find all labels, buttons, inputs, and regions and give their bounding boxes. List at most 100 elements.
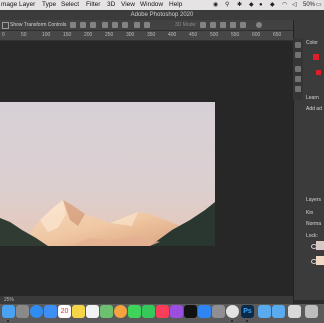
menu-type[interactable]: Type xyxy=(42,0,56,10)
3d-slide-icon[interactable] xyxy=(230,22,236,28)
launchpad-icon[interactable] xyxy=(16,305,29,318)
menu-view[interactable]: View xyxy=(121,0,135,10)
learn-add-text: Add ad xyxy=(306,106,322,112)
ruler-label: 0 xyxy=(2,32,5,38)
color-panel-tab[interactable]: Color xyxy=(306,40,318,46)
photos-icon[interactable] xyxy=(114,305,127,318)
color-panel-icon[interactable] xyxy=(295,42,301,48)
finder-icon[interactable] xyxy=(2,305,15,318)
align-center-icon[interactable] xyxy=(80,22,86,28)
show-transform-controls-checkbox[interactable] xyxy=(2,22,9,29)
macos-menu-bar: mage Layer Type Select Filter 3D View Wi… xyxy=(0,0,324,10)
character-panel-icon[interactable] xyxy=(295,76,301,82)
menu-select[interactable]: Select xyxy=(61,0,79,10)
trash-icon[interactable] xyxy=(305,305,318,318)
layer-thumbnail[interactable] xyxy=(316,256,324,265)
layers-kind-filter[interactable]: Kin xyxy=(306,210,313,216)
document-icon[interactable] xyxy=(288,305,301,318)
align-top-icon[interactable] xyxy=(102,22,108,28)
foreground-color-swatch[interactable] xyxy=(313,54,319,60)
maps-icon[interactable] xyxy=(100,305,113,318)
tv-icon[interactable] xyxy=(184,305,197,318)
3d-mode-label: 3D Mode: xyxy=(175,22,197,28)
lock-label: Lock: xyxy=(306,233,318,239)
paragraph-panel-icon[interactable] xyxy=(295,66,301,72)
document-status-bar: 25% xyxy=(0,296,293,304)
creative-cloud-icon[interactable]: ◉ xyxy=(213,0,218,10)
safari-icon[interactable] xyxy=(30,305,43,318)
running-indicator xyxy=(231,320,233,322)
learn-panel-tab[interactable]: Learn xyxy=(306,95,319,101)
downloads-icon[interactable] xyxy=(272,305,285,318)
volume-icon[interactable]: ◁ xyxy=(292,0,297,10)
running-indicator xyxy=(7,320,9,322)
facetime-icon[interactable] xyxy=(142,305,155,318)
blend-mode-select[interactable]: Norma xyxy=(306,221,321,227)
3d-roll-icon[interactable] xyxy=(210,22,216,28)
menu-extra-3-icon[interactable]: ◆ xyxy=(270,0,275,10)
battery-icon[interactable]: ▭ xyxy=(316,0,322,10)
mountain-photo[interactable] xyxy=(0,102,215,246)
align-bottom-icon[interactable] xyxy=(122,22,128,28)
3d-pan-icon[interactable] xyxy=(220,22,226,28)
messages-icon[interactable] xyxy=(128,305,141,318)
bluetooth-icon[interactable]: ✱ xyxy=(237,0,242,10)
align-left-icon[interactable] xyxy=(70,22,76,28)
wifi-icon[interactable]: ◠ xyxy=(282,0,287,10)
ruler-label: 200 xyxy=(84,32,93,38)
window-title: Adobe Photoshop 2020 xyxy=(130,12,194,18)
swatches-panel-icon[interactable] xyxy=(295,52,301,58)
menu-extra-2-icon[interactable]: ● xyxy=(259,0,263,10)
photoshop-icon[interactable]: Ps xyxy=(241,305,254,318)
search-status-icon[interactable]: ⚲ xyxy=(225,0,229,10)
menu-window[interactable]: Window xyxy=(140,0,163,10)
align-middle-icon[interactable] xyxy=(112,22,118,28)
music-icon[interactable] xyxy=(156,305,169,318)
chrome-icon[interactable] xyxy=(226,305,239,318)
menu-3d[interactable]: 3D xyxy=(107,0,115,10)
color-warning-icon xyxy=(316,70,321,75)
options-bar: Show Transform Controls 3D Mode: xyxy=(0,20,293,31)
ruler-label: 300 xyxy=(126,32,135,38)
app-store-icon[interactable] xyxy=(198,305,211,318)
reminders-icon[interactable] xyxy=(86,305,99,318)
ruler-label: 500 xyxy=(210,32,219,38)
distribute-icon[interactable] xyxy=(134,22,140,28)
mail-icon[interactable] xyxy=(44,305,57,318)
calendar-icon[interactable]: 20 xyxy=(58,305,71,318)
more-options-icon[interactable] xyxy=(144,22,150,28)
ruler-label: 400 xyxy=(168,32,177,38)
menu-help[interactable]: Help xyxy=(169,0,182,10)
running-indicator xyxy=(246,320,248,322)
ruler-label: 250 xyxy=(105,32,114,38)
show-transform-controls-label: Show Transform Controls xyxy=(10,22,67,28)
horizontal-ruler: 0 50 100 150 200 250 300 350 400 450 500… xyxy=(0,31,293,41)
3d-scale-icon[interactable] xyxy=(240,22,246,28)
ruler-label: 350 xyxy=(147,32,156,38)
ruler-label: 450 xyxy=(189,32,198,38)
ruler-label: 600 xyxy=(252,32,261,38)
ruler-label: 550 xyxy=(231,32,240,38)
mountain-photo-graphic xyxy=(0,102,215,246)
3d-orbit-icon[interactable] xyxy=(200,22,206,28)
layer-thumbnail[interactable] xyxy=(316,241,324,250)
notes-icon[interactable] xyxy=(72,305,85,318)
folder-icon[interactable] xyxy=(258,305,271,318)
ruler-label: 650 xyxy=(273,32,282,38)
layers-panel-tab[interactable]: Layers xyxy=(306,197,321,203)
panel-icon-strip xyxy=(293,38,303,100)
zoom-level[interactable]: 25% xyxy=(4,296,14,304)
dots-menu-icon[interactable] xyxy=(256,22,262,28)
properties-panel-icon[interactable] xyxy=(295,86,301,92)
menu-layer[interactable]: Layer xyxy=(19,0,35,10)
menu-image[interactable]: mage xyxy=(1,0,17,10)
align-right-icon[interactable] xyxy=(90,22,96,28)
ruler-label: 150 xyxy=(63,32,72,38)
podcasts-icon[interactable] xyxy=(170,305,183,318)
menu-extra-icon[interactable]: ◆ xyxy=(249,0,254,10)
ruler-label: 50 xyxy=(21,32,27,38)
calendar-day: 20 xyxy=(60,308,69,315)
window-title-bar: Adobe Photoshop 2020 xyxy=(0,10,324,20)
system-preferences-icon[interactable] xyxy=(212,305,225,318)
menu-filter[interactable]: Filter xyxy=(86,0,100,10)
